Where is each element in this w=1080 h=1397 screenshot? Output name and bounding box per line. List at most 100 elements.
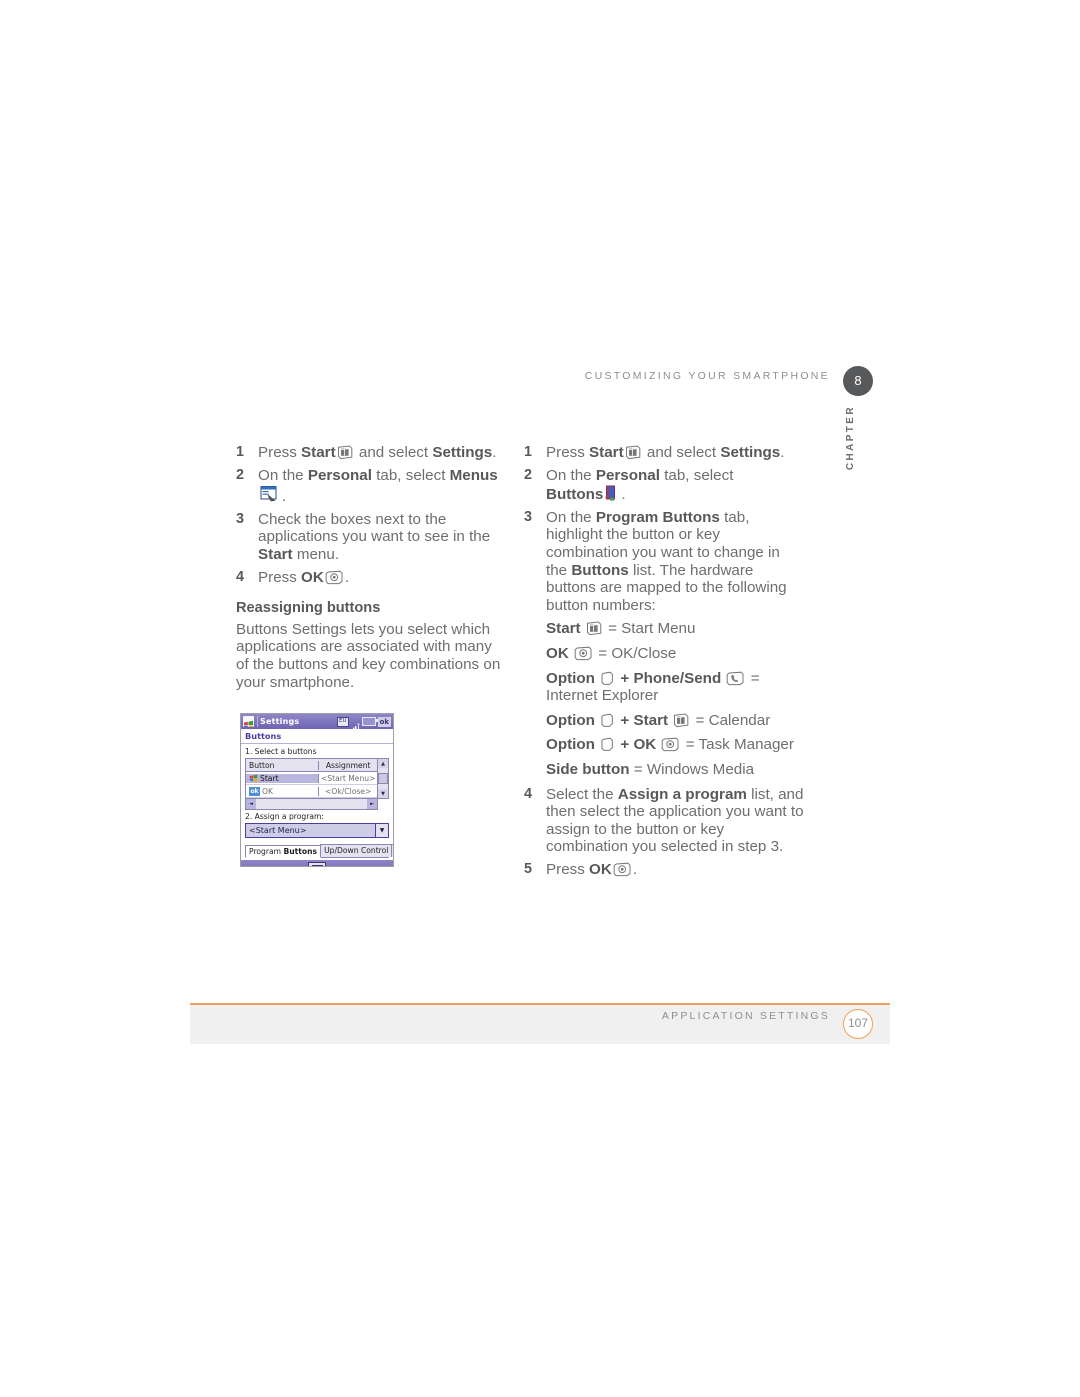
keyboard-icon[interactable] [308, 861, 326, 866]
scroll-left-button[interactable]: ◄ [246, 799, 256, 809]
step-text: Select the [546, 785, 618, 803]
start-key-icon [337, 445, 354, 460]
step-bold: Settings [432, 444, 493, 461]
device-title: Settings [257, 716, 334, 727]
cell-assignment: <Ok/Close> [325, 786, 372, 796]
button-mappings-list: Start = Start Menu OK = OK/Close Option … [524, 620, 804, 778]
right-steps-tail-list: 4 Select the Assign a program list, and t… [524, 786, 804, 879]
step-bold: Menus [449, 466, 498, 484]
battery-icon [361, 717, 378, 726]
mapping-key: Option [546, 736, 595, 754]
mapping-value: Windows Media [646, 760, 755, 778]
list-item: Option + Phone/Send = Internet Explorer [546, 670, 804, 705]
list-item: 4 Select the Assign a program list, and t… [524, 786, 804, 856]
running-head: CUSTOMIZING YOUR SMARTPHONE [584, 370, 830, 382]
tab-program-buttons[interactable]: Program Buttons [245, 845, 322, 858]
tab-label-plain: Program [249, 847, 284, 856]
device-buttons-table: Button Assignment Start <Start Menu> ok … [245, 758, 389, 799]
step-bold: Buttons [571, 561, 629, 579]
assign-program-dropdown[interactable]: <Start Menu> ▼ [245, 823, 389, 838]
scroll-down-button[interactable]: ▼ [378, 789, 388, 798]
device-ok-button[interactable]: ok [377, 716, 391, 727]
step-text: . [632, 860, 638, 878]
table-row[interactable]: ok OK <Ok/Close> [246, 785, 377, 798]
ok-key-icon [613, 862, 632, 877]
device-subtitle: Buttons [241, 729, 393, 744]
mapping-key: Option [546, 711, 595, 729]
step-text: and select [354, 444, 433, 461]
mapping-equals: = [746, 669, 760, 687]
step-text: On the [258, 466, 308, 484]
step-text: . [621, 486, 626, 504]
chevron-down-icon[interactable]: ▼ [375, 824, 388, 837]
mapping-key-2: Phone/Send [633, 669, 722, 687]
list-item: 4 Press OK. [236, 569, 508, 587]
vertical-scrollbar[interactable]: ▲ ▼ [377, 759, 388, 798]
device-label-assign-program: 2. Assign a program: [245, 812, 324, 821]
option-key-icon [600, 713, 615, 728]
step-text: On the [546, 508, 596, 526]
step-bold: Start [258, 545, 293, 563]
scroll-thumb[interactable] [378, 773, 388, 784]
step-bold: Start [301, 444, 336, 461]
windows-start-icon [243, 716, 254, 727]
step-text: Check the boxes next to the applications… [258, 510, 491, 546]
step-text: Press [258, 444, 302, 461]
step-text: On the [546, 466, 596, 484]
step-text: menu. [292, 545, 340, 563]
list-item: 1 Press Start and select Settings. [524, 444, 804, 462]
step-number: 2 [524, 466, 533, 483]
mapping-key: Start [546, 620, 581, 638]
chapter-label: CHAPTER [845, 405, 856, 471]
step-text: . [344, 568, 350, 586]
tab-filler [391, 844, 393, 857]
device-titlebar: Settings EU ok [241, 714, 393, 732]
mapping-key-2: Start [633, 711, 669, 729]
mapping-plus: + [616, 669, 634, 687]
left-steps-list: 1 Press Start and select Settings. 2 On th… [236, 444, 508, 586]
step-number: 1 [524, 444, 533, 460]
subheading-reassigning-buttons: Reassigning buttons [236, 600, 381, 617]
phone-send-key-icon [726, 671, 745, 686]
mapping-value: Calendar [708, 711, 771, 729]
mapping-key: Option [546, 669, 595, 687]
table-row[interactable]: Start <Start Menu> [246, 772, 377, 785]
step-text: . [282, 488, 287, 506]
option-key-icon [600, 737, 615, 752]
step-text: and select [642, 444, 721, 461]
tab-up-down-control[interactable]: Up/Down Control [320, 844, 393, 857]
step-number: 4 [236, 568, 245, 585]
scroll-right-button[interactable]: ► [367, 799, 377, 809]
cell-button-label: OK [262, 786, 273, 796]
mapping-plus: + [616, 711, 634, 729]
cell-assignment: <Start Menu> [320, 773, 376, 783]
scroll-up-button[interactable]: ▲ [378, 759, 388, 768]
page-number-badge: 107 [843, 1009, 873, 1039]
list-item: Start = Start Menu [546, 620, 804, 638]
mapping-plus: + [616, 736, 634, 754]
cell-button: Start [246, 773, 320, 783]
right-column: 1 Press Start and select Settings. 2 On th… [524, 444, 804, 883]
step-bold: Personal [595, 466, 660, 484]
step-number: 5 [524, 860, 533, 877]
left-column: 1 Press Start and select Settings. 2 On th… [236, 444, 508, 691]
list-item: 3 On the Program Buttons tab, highlight t… [524, 509, 804, 615]
step-bold: OK [589, 860, 612, 878]
list-item: OK = OK/Close [546, 645, 804, 663]
horizontal-scrollbar[interactable]: ◄ ► [245, 799, 378, 810]
step-number: 3 [236, 510, 245, 527]
device-screenshot-buttons-settings: Settings EU ok Buttons 1. Select a butto… [240, 713, 394, 867]
device-table-main: Button Assignment Start <Start Menu> ok … [246, 759, 377, 798]
cell-button: ok OK [246, 786, 320, 796]
list-item: 5 Press OK. [524, 861, 804, 879]
step-text: Press [258, 568, 302, 586]
mapping-value: Task Manager [698, 736, 794, 754]
step-bold: Personal [307, 466, 372, 484]
dropdown-value: <Start Menu> [249, 826, 307, 835]
mapping-key: OK [546, 644, 569, 662]
device-body: 1. Select a buttons Button Assignment St… [241, 744, 393, 858]
column-header-button: Button [246, 760, 320, 770]
mapping-equals: = [691, 711, 709, 729]
mapping-equals: = [603, 620, 622, 638]
footer-section-label: APPLICATION SETTINGS [661, 1010, 830, 1022]
